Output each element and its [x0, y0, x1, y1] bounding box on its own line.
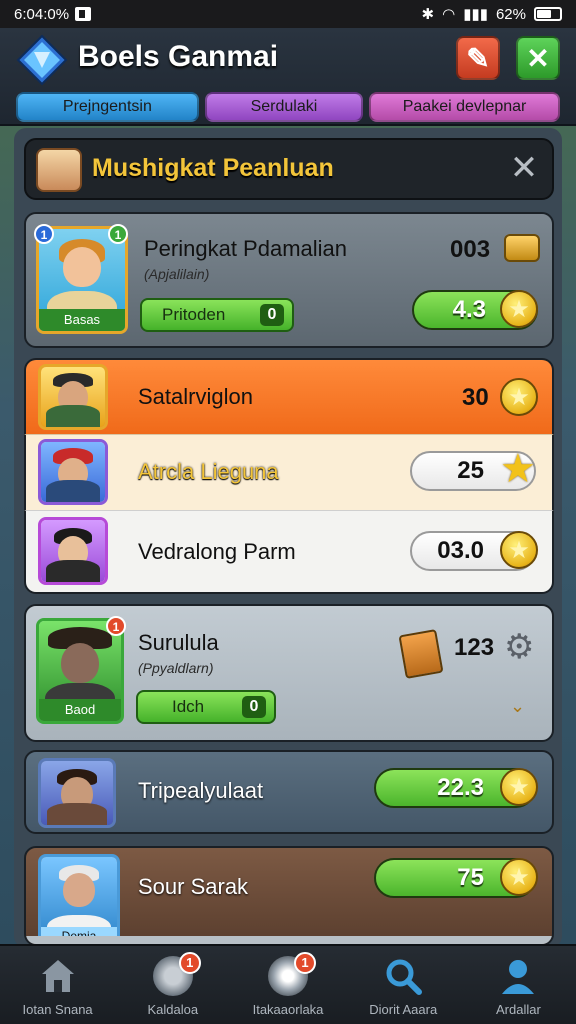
status-bar: 6:04:0% ✱ ◠ ▮▮▮ 62%: [0, 0, 576, 28]
player-1-subtitle: (Apjalilain): [144, 266, 210, 282]
cards-icon: [398, 629, 444, 679]
nav-label-controller: Kaldaloa: [147, 1002, 199, 1017]
battery-percent: 62%: [495, 5, 526, 23]
bluetooth-icon: ✱: [421, 6, 435, 23]
player-4-avatar: [38, 517, 108, 585]
nav-label-profile: Ardallar: [496, 1002, 541, 1017]
tab-serdulaki[interactable]: Serdulaki: [204, 92, 364, 122]
wifi-icon: ◠: [442, 6, 456, 23]
search-icon: [386, 959, 423, 995]
player-6-name: Tripealyulaat: [138, 778, 264, 803]
nav-item-profile[interactable]: Ardallar: [461, 946, 576, 1024]
star-icon: ★: [500, 378, 538, 416]
player-7-avatar: Demia: [38, 854, 120, 944]
nav-item-disc[interactable]: 1 Itakaaorlaka: [230, 946, 345, 1024]
chevron-down-icon[interactable]: ⌄: [510, 696, 525, 717]
panel-avatar-icon: [36, 148, 82, 192]
bottom-nav: Iotan Snana 1 Kaldaloa 1 Itakaaorlaka Di…: [0, 944, 576, 1024]
battery-icon: [534, 7, 562, 21]
player-row-3[interactable]: Atrcla Lieguna 25 ★: [24, 434, 554, 510]
battery-fill: [537, 10, 551, 18]
home-icon: [41, 960, 74, 992]
tools-button[interactable]: ✎: [456, 36, 500, 80]
controller-icon: 1: [152, 952, 201, 996]
star-icon: ★: [500, 531, 538, 569]
player-1-score: 003: [450, 236, 491, 263]
gear-icon[interactable]: ⚙: [504, 630, 538, 664]
star-icon: ★: [500, 290, 538, 328]
player-row-2[interactable]: Satalrviglon 30 ★: [24, 358, 554, 434]
disc-icon: 1: [268, 952, 316, 996]
nav-label-search: Diorit Aaara: [369, 1002, 438, 1017]
nav-item-controller[interactable]: 1 Kaldaloa: [115, 946, 230, 1024]
player-1-badge: Basas: [39, 309, 125, 331]
player-2-score: 30: [462, 384, 489, 411]
player-1-action-count: 0: [260, 304, 284, 326]
player-5-action-label: Idch: [172, 697, 205, 716]
player-card-1[interactable]: Basas 1 1 Peringkat Pdamalian (Apjalilai…: [24, 212, 554, 348]
player-7-name: Sour Sarak: [138, 874, 249, 899]
panel-header: Mushigkat Peanluan ✕: [24, 138, 554, 200]
nav-label-disc: Itakaaorlaka: [252, 1002, 324, 1017]
app-title: Boels Ganmai: [78, 40, 279, 73]
player-5-action-button[interactable]: Idch 0: [136, 690, 276, 724]
tools-icon: ✎: [466, 42, 490, 74]
nav-notification-badge: 1: [178, 952, 201, 974]
profile-icon: [502, 960, 535, 994]
player-1-rank-right: 1: [108, 224, 128, 244]
player-3-avatar: [38, 439, 108, 505]
player-3-name: Atrcla Lieguna: [138, 459, 279, 484]
player-card-5[interactable]: Baod 1 Surulula (Ppyaldlarn) Idch 0 123 …: [24, 604, 554, 742]
player-5-name: Surulula: [138, 630, 219, 655]
logo-icon: [16, 34, 68, 86]
star-icon: ★: [500, 768, 538, 806]
close-button[interactable]: ✕: [516, 36, 560, 80]
player-5-score: 123: [454, 634, 495, 661]
nav-item-home[interactable]: Iotan Snana: [0, 946, 115, 1024]
player-5-action-count: 0: [242, 696, 266, 718]
panel-close-icon[interactable]: ✕: [506, 150, 542, 186]
nav-item-search[interactable]: Diorit Aaara: [346, 946, 461, 1024]
nav-notification-badge: 1: [294, 952, 316, 974]
player-card-7[interactable]: Demia Sour Sarak 75 ★: [24, 846, 554, 946]
player-1-action-label: Pritoden: [162, 305, 226, 324]
star-icon: ★: [500, 447, 536, 491]
nav-label-home: Iotan Snana: [22, 1002, 93, 1017]
player-row-4[interactable]: Vedralong Parm 03.0 ★: [24, 510, 554, 594]
player-4-name: Vedralong Parm: [138, 539, 296, 564]
player-5-badge: Baod: [39, 699, 121, 721]
player-1-rank-left: 1: [34, 224, 54, 244]
player-2-name: Satalrviglon: [138, 384, 253, 409]
status-time: 6:04:0%: [14, 5, 70, 23]
notification-icon: [75, 7, 92, 21]
player-1-name: Peringkat Pdamalian: [144, 236, 348, 261]
panel-title: Mushigkat Peanluan: [92, 154, 334, 182]
app-header: Boels Ganmai ✎ ✕ Prejngentsin Serdulaki …: [0, 28, 576, 126]
trumpet-icon: [504, 234, 540, 262]
signal-icon: ▮▮▮: [463, 6, 488, 23]
player-6-avatar: [38, 758, 116, 828]
tab-prejngentsin[interactable]: Prejngentsin: [16, 92, 199, 122]
star-icon: ★: [500, 858, 538, 896]
player-2-avatar: [38, 364, 108, 430]
close-icon: ✕: [526, 42, 550, 74]
tab-bar: Prejngentsin Serdulaki Paakei devlepnar: [16, 92, 560, 122]
player-5-subtitle: (Ppyaldlarn): [138, 660, 214, 676]
tab-paakei[interactable]: Paakei devlepnar: [369, 92, 560, 122]
player-1-action-button[interactable]: Pritoden 0: [140, 298, 294, 332]
player-card-6[interactable]: Tripealyulaat 22.3 ★: [24, 750, 554, 834]
player-5-rank-right: 1: [106, 616, 126, 636]
